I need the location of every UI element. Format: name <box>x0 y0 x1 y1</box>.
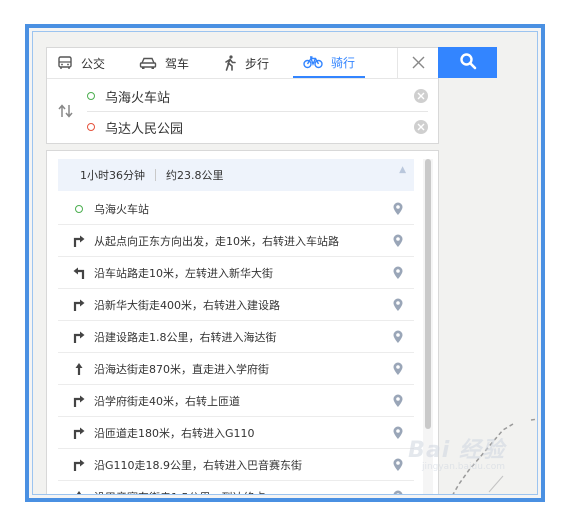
route-step-text: 沿车站路走10米，左转进入新华大街 <box>94 266 273 280</box>
watermark-logo: Bai 经验 <box>408 438 505 463</box>
swap-icon <box>57 104 75 123</box>
go-straight-icon <box>72 490 86 494</box>
scrollbar-thumb[interactable] <box>425 159 431 429</box>
route-step[interactable]: 沿巴音赛东街走1.5公里，到达终点 <box>58 481 414 495</box>
travel-mode-tabs: 公交 驾车 步行 骑行 <box>47 48 438 79</box>
screenshot-frame: 公交 驾车 步行 骑行 乌海火车站 乌达人民公园 1小时36分钟 约23.8公里… <box>25 24 545 502</box>
route-step[interactable]: 沿学府街走40米，右转上匝道 <box>58 385 414 417</box>
route-step[interactable]: 沿G110走18.9公里，右转进入巴音赛东街 <box>58 449 414 481</box>
turn-right-icon <box>72 330 86 344</box>
clear-icon <box>417 92 425 100</box>
search-icon <box>459 52 477 74</box>
start-dot-icon <box>87 92 95 100</box>
turn-right-icon <box>72 234 86 248</box>
watermark-url: jingyan.baidu.com <box>421 462 505 472</box>
bike-icon <box>303 55 323 69</box>
route-inputs: 乌海火车站 乌达人民公园 <box>47 79 438 143</box>
tab-bus[interactable]: 公交 <box>47 48 115 78</box>
close-button[interactable] <box>397 48 438 78</box>
turn-left-icon <box>72 266 86 280</box>
route-step[interactable]: 沿海达街走870米，直走进入学府街 <box>58 353 414 385</box>
map-pin-icon[interactable] <box>392 362 404 376</box>
end-point-row[interactable]: 乌达人民公园 <box>87 112 428 142</box>
route-duration: 1小时36分钟 <box>80 169 145 182</box>
start-point-input[interactable]: 乌海火车站 <box>105 87 414 106</box>
search-button[interactable] <box>438 47 497 78</box>
route-step[interactable]: 沿匝道走180米，右转进入G110 <box>58 417 414 449</box>
clear-icon <box>417 123 425 131</box>
tab-walk[interactable]: 步行 <box>213 48 279 78</box>
route-distance: 约23.8公里 <box>166 169 224 182</box>
route-step-text: 沿巴音赛东街走1.5公里，到达终点 <box>94 489 392 495</box>
swap-route-button[interactable] <box>57 103 75 119</box>
map-pin-icon[interactable] <box>392 490 404 494</box>
route-step-text: 沿G110走18.9公里，右转进入巴音赛东街 <box>94 458 303 472</box>
tab-walk-label: 步行 <box>245 56 270 71</box>
walk-icon <box>223 55 237 71</box>
route-step[interactable]: 沿车站路走10米，左转进入新华大街 <box>58 257 414 289</box>
tab-bike[interactable]: 骑行 <box>293 48 366 78</box>
route-step-text: 沿学府街走40米，右转上匝道 <box>94 394 240 408</box>
bus-icon <box>57 56 73 70</box>
watermark: Bai 经验 jingyan.baidu.com <box>408 432 505 472</box>
turn-right-icon <box>72 426 86 440</box>
tab-bus-label: 公交 <box>81 56 106 71</box>
end-point-input[interactable]: 乌达人民公园 <box>105 118 414 137</box>
tab-bike-label: 骑行 <box>331 55 356 70</box>
route-results-panel: 1小时36分钟 约23.8公里 ▲ 乌海火车站从起点向正东方向出发，走10米，右… <box>46 150 439 495</box>
route-step[interactable]: 沿建设路走1.8公里，右转进入海达街 <box>58 321 414 353</box>
car-icon <box>139 56 157 70</box>
route-step-text: 沿建设路走1.8公里，右转进入海达街 <box>94 330 277 344</box>
route-step-text: 从起点向正东方向出发，走10米，右转进入车站路 <box>94 234 339 248</box>
go-straight-icon <box>72 362 86 376</box>
route-step-text: 沿新华大街走400米，右转进入建设路 <box>94 298 280 312</box>
route-step[interactable]: 沿新华大街走400米，右转进入建设路 <box>58 289 414 321</box>
clear-end-button[interactable] <box>414 120 428 134</box>
route-step[interactable]: 从起点向正东方向出发，走10米，右转进入车站路 <box>58 225 414 257</box>
map-pin-icon[interactable] <box>392 458 404 472</box>
end-dot-icon <box>87 123 95 131</box>
clear-start-button[interactable] <box>414 89 428 103</box>
map-pin-icon[interactable] <box>392 266 404 280</box>
route-step-text: 乌海火车站 <box>94 202 149 216</box>
start-point-row[interactable]: 乌海火车站 <box>87 81 428 112</box>
map-pin-icon[interactable] <box>392 298 404 312</box>
close-icon <box>412 54 425 73</box>
turn-right-icon <box>72 298 86 312</box>
map-pin-icon[interactable] <box>392 234 404 248</box>
route-step[interactable]: 乌海火车站 <box>58 193 414 225</box>
tab-car-label: 驾车 <box>165 56 190 71</box>
route-summary[interactable]: 1小时36分钟 约23.8公里 ▲ <box>58 159 414 191</box>
route-search-panel: 公交 驾车 步行 骑行 乌海火车站 乌达人民公园 <box>46 47 439 144</box>
map-canvas[interactable]: 公交 驾车 步行 骑行 乌海火车站 乌达人民公园 1小时36分钟 约23.8公里… <box>32 31 538 495</box>
map-pin-icon[interactable] <box>392 394 404 408</box>
route-step-text: 沿匝道走180米，右转进入G110 <box>94 426 255 440</box>
turn-right-icon <box>72 458 86 472</box>
turn-right-icon <box>72 394 86 408</box>
start-dot-icon <box>72 202 86 216</box>
map-pin-icon[interactable] <box>392 426 404 440</box>
tab-car[interactable]: 驾车 <box>129 48 199 78</box>
route-step-text: 沿海达街走870米，直走进入学府街 <box>94 362 269 376</box>
map-pin-icon[interactable] <box>392 202 404 216</box>
collapse-icon[interactable]: ▲ <box>399 165 406 175</box>
map-pin-icon[interactable] <box>392 330 404 344</box>
summary-divider <box>155 169 156 181</box>
route-steps-list: 乌海火车站从起点向正东方向出发，走10米，右转进入车站路 沿车站路走10米，左转进… <box>58 193 414 495</box>
